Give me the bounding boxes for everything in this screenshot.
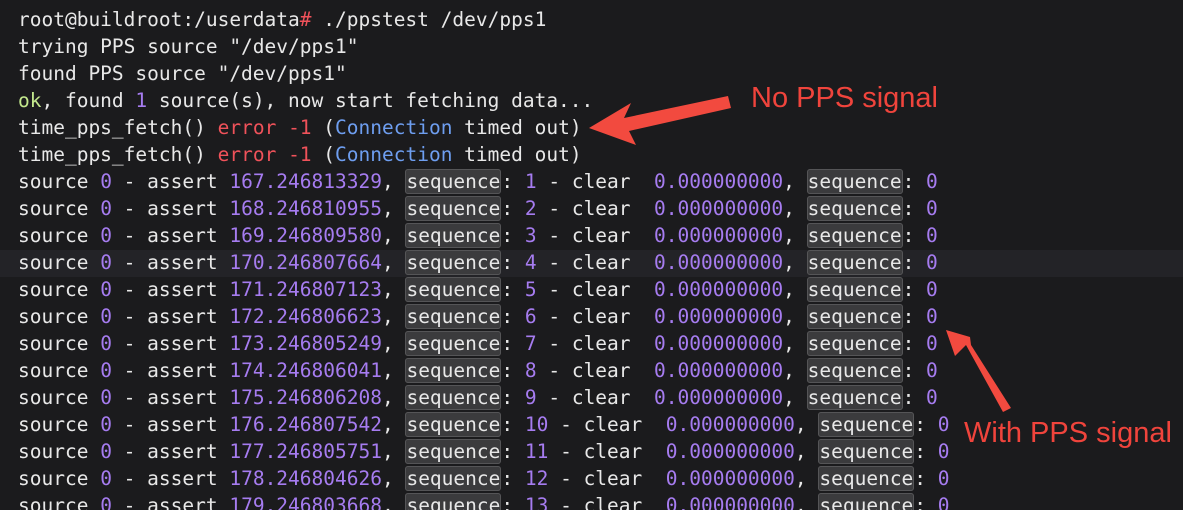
terminal-output[interactable]: root@buildroot:/userdata# ./ppstest /dev…	[0, 0, 1183, 510]
arrow-with-pps	[946, 330, 1011, 412]
arrow-no-pps	[589, 96, 731, 145]
annotation-with-pps: With PPS signal	[964, 417, 1172, 449]
annotation-no-pps: No PPS signal	[751, 82, 938, 114]
